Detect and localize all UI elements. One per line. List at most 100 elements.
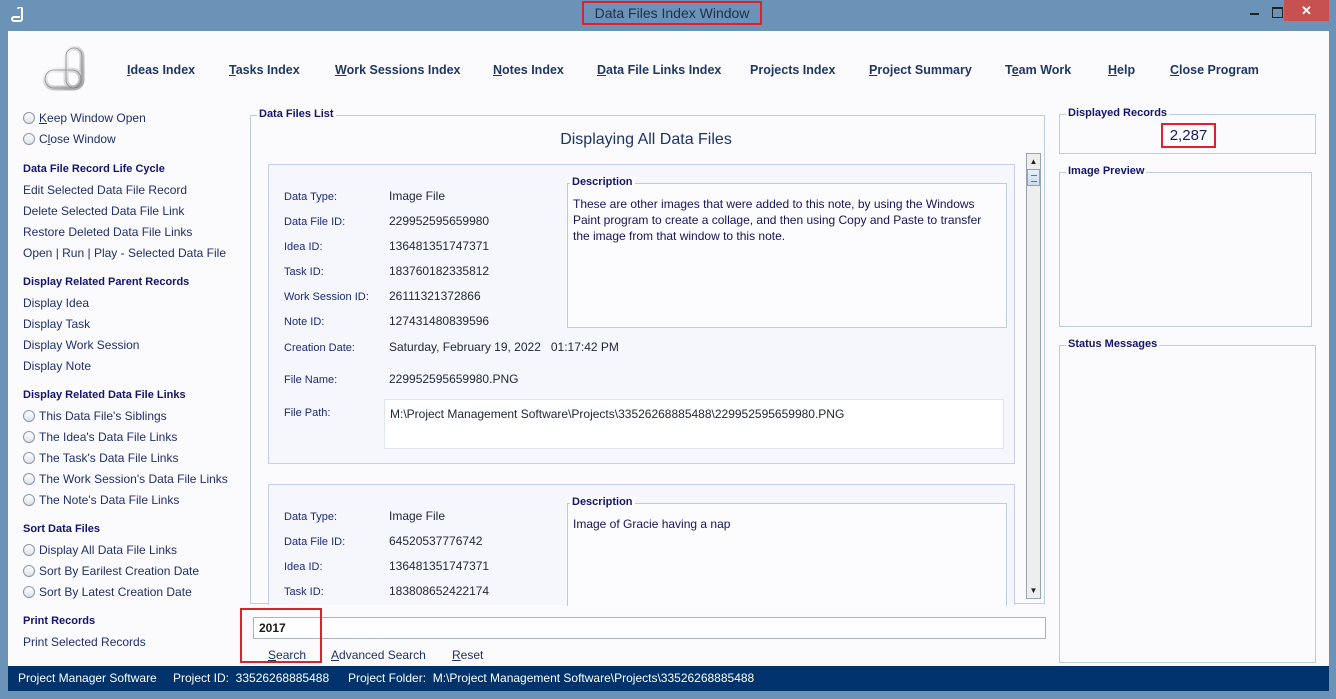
data-files-list: Data Files List Displaying All Data File…: [250, 108, 1045, 606]
radio-icon: [23, 452, 35, 464]
description-legend: Description: [570, 496, 635, 508]
data-file-id-value: 64520537776742: [389, 534, 483, 548]
restore-links-link[interactable]: Restore Deleted Data File Links: [23, 225, 192, 239]
radio-icon: [23, 410, 35, 422]
radio-icon: [23, 494, 35, 506]
display-task-link[interactable]: Display Task: [23, 317, 90, 331]
idea-id-value: 136481351747371: [389, 239, 490, 253]
data-file-id-label: Data File ID:: [284, 536, 346, 548]
close-button[interactable]: ✕: [1284, 0, 1329, 21]
window-title: Data Files Index Window: [582, 1, 762, 25]
advanced-search-button[interactable]: Advanced Search: [331, 648, 426, 662]
description-box: Description Image of Gracie having a nap: [567, 496, 1007, 606]
work-session-links-radio[interactable]: The Work Session's Data File Links: [23, 472, 228, 486]
idea-id-value: 136481351747371: [389, 559, 490, 573]
record-card[interactable]: Data Type: Image File Data File ID: 6452…: [268, 484, 1015, 606]
radio-icon: [23, 586, 35, 598]
status-bar: Project Manager Software Project ID: 335…: [8, 666, 1329, 691]
nav-data-file-links-index[interactable]: Data File Links Index: [597, 63, 721, 77]
radio-icon: [23, 473, 35, 485]
radio-icon: [23, 431, 35, 443]
record-card[interactable]: Data Type: Image File Data File ID: 2299…: [268, 164, 1015, 464]
sort-earliest-radio[interactable]: Sort By Earilest Creation Date: [23, 564, 199, 578]
print-records-link[interactable]: Print Selected Records: [23, 635, 146, 649]
nav-work-sessions-index[interactable]: Work Sessions Index: [335, 63, 461, 77]
nav-notes-index[interactable]: Notes Index: [493, 63, 564, 77]
status-project-folder: Project Folder: M:\Project Management So…: [348, 671, 755, 685]
scroll-thumb[interactable]: [1027, 169, 1040, 186]
description-box: Description These are other images that …: [567, 176, 1007, 328]
note-links-radio[interactable]: The Note's Data File Links: [23, 493, 179, 507]
description-text: These are other images that were added t…: [573, 197, 982, 243]
nav-team-work[interactable]: Team Work: [1005, 63, 1071, 77]
title-bar: Data Files Index Window ✕: [0, 0, 1336, 31]
data-file-id-value: 229952595659980: [389, 214, 490, 228]
idea-id-label: Idea ID:: [284, 241, 323, 253]
reset-button[interactable]: Reset: [452, 648, 483, 662]
image-preview-label: Image Preview: [1066, 165, 1147, 177]
note-id-label: Note ID:: [284, 316, 325, 328]
creation-date-value: Saturday, February 19, 2022 01:17:42 PM: [389, 340, 619, 354]
nav-help[interactable]: Help: [1108, 63, 1135, 77]
open-file-link[interactable]: Open | Run | Play - Selected Data File: [23, 246, 226, 260]
scroll-down-arrow-icon[interactable]: ▼: [1027, 583, 1040, 598]
description-text: Image of Gracie having a nap: [573, 517, 731, 531]
nav-project-summary[interactable]: Project Summary: [869, 63, 972, 77]
links-heading: Display Related Data File Links: [23, 389, 186, 401]
nav-tasks-index[interactable]: Tasks Index: [229, 63, 300, 77]
description-legend: Description: [570, 176, 635, 188]
data-type-value: Image File: [389, 509, 446, 523]
sort-latest-radio[interactable]: Sort By Latest Creation Date: [23, 585, 192, 599]
scroll-up-arrow-icon[interactable]: ▲: [1027, 154, 1040, 169]
delete-link-link[interactable]: Delete Selected Data File Link: [23, 204, 184, 218]
list-heading: Displaying All Data Files: [560, 131, 732, 148]
displayed-records-count: 2,287: [1161, 123, 1216, 148]
data-type-label: Data Type:: [284, 511, 337, 523]
radio-icon: [23, 544, 35, 556]
nav-projects-index[interactable]: Projects Index: [750, 63, 835, 77]
search-input[interactable]: [253, 617, 1046, 639]
window-client: Ideas Index Tasks Index Work Sessions In…: [8, 31, 1329, 691]
keep-window-open-radio[interactable]: Keep Window Open: [23, 111, 146, 125]
lifecycle-heading: Data File Record Life Cycle: [23, 163, 165, 175]
file-name-label: File Name:: [284, 374, 338, 386]
task-id-label: Task ID:: [284, 586, 324, 598]
display-all-radio[interactable]: Display All Data File Links: [23, 543, 177, 557]
list-scrollbar[interactable]: ▲ ▼: [1026, 153, 1041, 599]
close-window-radio[interactable]: Close Window: [23, 132, 116, 146]
data-type-value: Image File: [389, 189, 446, 203]
note-id-value: 127431480839596: [389, 314, 490, 328]
file-path-label: File Path:: [284, 407, 331, 419]
task-id-value: 183808652422174: [389, 584, 490, 598]
status-project-id: Project ID: 33526268885488: [173, 671, 330, 685]
status-messages-panel: Status Messages: [1059, 338, 1316, 663]
radio-icon: [23, 112, 35, 124]
radio-icon: [23, 565, 35, 577]
image-preview-panel: Image Preview: [1059, 165, 1312, 327]
print-heading: Print Records: [23, 615, 96, 627]
parents-heading: Display Related Parent Records: [23, 276, 190, 288]
display-idea-link[interactable]: Display Idea: [23, 296, 89, 310]
work-session-id-value: 26111321372866: [389, 289, 481, 303]
creation-date-label: Creation Date:: [284, 342, 355, 354]
status-app-name: Project Manager Software: [18, 671, 157, 685]
file-name-value: 229952595659980.PNG: [389, 372, 519, 386]
nav-ideas-index[interactable]: Ideas Index: [127, 63, 195, 77]
sort-heading: Sort Data Files: [23, 523, 101, 535]
edit-record-link[interactable]: Edit Selected Data File Record: [23, 183, 187, 197]
task-links-radio[interactable]: The Task's Data File Links: [23, 451, 178, 465]
idea-links-radio[interactable]: The Idea's Data File Links: [23, 430, 177, 444]
nav-close-program[interactable]: Close Program: [1170, 63, 1259, 77]
file-path-box: M:\Project Management Software\Projects\…: [384, 399, 1004, 449]
display-note-link[interactable]: Display Note: [23, 359, 91, 373]
radio-icon: [23, 133, 35, 145]
data-file-id-label: Data File ID:: [284, 216, 346, 228]
search-button[interactable]: Search: [268, 648, 306, 662]
siblings-radio[interactable]: This Data File's Siblings: [23, 409, 167, 423]
data-type-label: Data Type:: [284, 191, 337, 203]
status-messages-label: Status Messages: [1066, 338, 1160, 350]
task-id-label: Task ID:: [284, 266, 324, 278]
task-id-value: 183760182335812: [389, 264, 490, 278]
idea-id-label: Idea ID:: [284, 561, 323, 573]
display-work-session-link[interactable]: Display Work Session: [23, 338, 139, 352]
